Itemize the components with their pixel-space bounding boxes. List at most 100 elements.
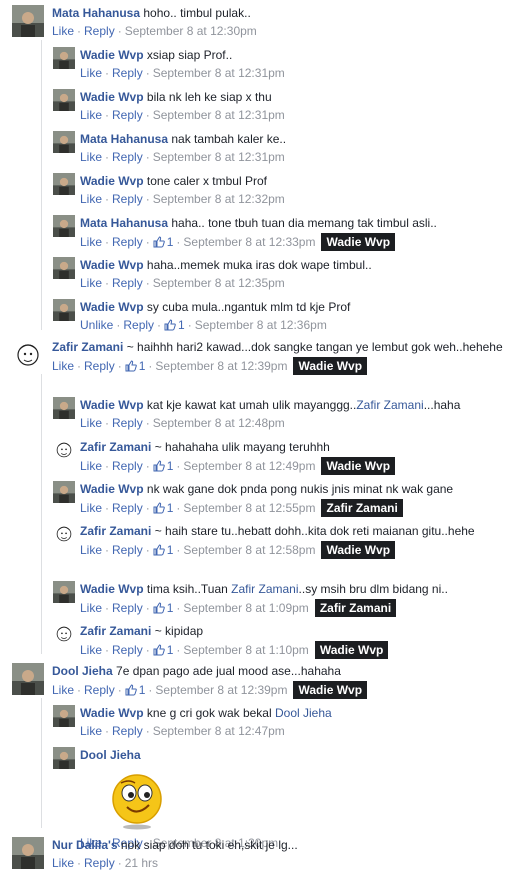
timestamp[interactable]: September 8 at 12:48pm — [153, 416, 285, 430]
timestamp[interactable]: September 8 at 12:33pm — [183, 235, 315, 249]
like-count[interactable]: 1 — [153, 543, 173, 557]
like-count[interactable]: 1 — [153, 235, 173, 249]
reply-link[interactable]: Reply — [112, 192, 143, 206]
like-count[interactable]: 1 — [153, 501, 173, 515]
like-link[interactable]: Like — [80, 459, 102, 473]
reply-link[interactable]: Reply — [112, 150, 143, 164]
avatar[interactable] — [53, 173, 75, 195]
avatar[interactable] — [53, 581, 75, 603]
reply-link[interactable]: Reply — [112, 459, 143, 473]
reply-link[interactable]: Reply — [112, 416, 143, 430]
author-name[interactable]: Zafir Zamani — [80, 524, 151, 538]
like-count[interactable]: 1 — [153, 459, 173, 473]
reply-link[interactable]: Reply — [112, 543, 143, 557]
avatar[interactable] — [53, 215, 75, 237]
like-link[interactable]: Like — [80, 66, 102, 80]
like-link[interactable]: Like — [80, 543, 102, 557]
author-name[interactable]: Wadie Wvp — [80, 48, 144, 62]
timestamp[interactable]: September 8 at 12:31pm — [153, 66, 285, 80]
mention-link[interactable]: Dool Jieha — [275, 706, 332, 720]
like-link[interactable]: Like — [80, 192, 102, 206]
reply-link[interactable]: Reply — [84, 856, 115, 870]
timestamp[interactable]: September 8 at 12:39pm — [155, 683, 287, 697]
author-name[interactable]: Mata Hahanusa — [52, 6, 140, 20]
reply-link[interactable]: Reply — [112, 235, 143, 249]
avatar[interactable] — [12, 837, 44, 869]
author-name[interactable]: Zafir Zamani — [80, 624, 151, 638]
author-name[interactable]: Wadie Wvp — [80, 398, 144, 412]
like-link[interactable]: Like — [80, 501, 102, 515]
author-name[interactable]: Wadie Wvp — [80, 300, 144, 314]
like-link[interactable]: Like — [80, 643, 102, 657]
like-link[interactable]: Like — [80, 108, 102, 122]
like-link[interactable]: Like — [80, 150, 102, 164]
mention-link[interactable]: Zafir Zamani — [231, 582, 298, 596]
like-link[interactable]: Like — [80, 276, 102, 290]
like-count[interactable]: 1 — [125, 683, 145, 697]
author-name[interactable]: Wadie Wvp — [80, 90, 144, 104]
author-name[interactable]: Dool Jieha — [80, 748, 141, 762]
reply-link[interactable]: Reply — [112, 724, 143, 738]
like-link[interactable]: Like — [52, 683, 74, 697]
avatar[interactable] — [53, 299, 75, 321]
like-link[interactable]: Like — [52, 856, 74, 870]
author-name[interactable]: Zafir Zamani — [52, 340, 123, 354]
avatar[interactable] — [12, 663, 44, 695]
avatar[interactable] — [53, 439, 75, 461]
avatar[interactable] — [53, 523, 75, 545]
avatar[interactable] — [53, 131, 75, 153]
reply-link[interactable]: Reply — [112, 276, 143, 290]
avatar[interactable] — [53, 397, 75, 419]
author-name[interactable]: Wadie Wvp — [80, 258, 144, 272]
timestamp[interactable]: September 8 at 12:30pm — [125, 24, 257, 38]
author-name[interactable]: Wadie Wvp — [80, 482, 144, 496]
author-name[interactable]: Nur Dalila's — [52, 838, 118, 852]
like-link[interactable]: Like — [80, 416, 102, 430]
reply-link[interactable]: Reply — [84, 24, 115, 38]
timestamp[interactable]: September 8 at 12:31pm — [153, 108, 285, 122]
timestamp[interactable]: September 8 at 12:47pm — [153, 724, 285, 738]
avatar[interactable] — [53, 47, 75, 69]
like-link[interactable]: Like — [80, 601, 102, 615]
author-name[interactable]: Wadie Wvp — [80, 582, 144, 596]
like-count[interactable]: 1 — [164, 318, 185, 332]
like-count[interactable]: 1 — [125, 359, 145, 373]
like-link[interactable]: Like — [80, 724, 102, 738]
timestamp[interactable]: September 8 at 12:49pm — [183, 459, 315, 473]
avatar[interactable] — [53, 481, 75, 503]
timestamp[interactable]: September 8 at 1:10pm — [183, 643, 308, 657]
timestamp[interactable]: September 8 at 12:32pm — [153, 192, 285, 206]
reply-link[interactable]: Reply — [112, 66, 143, 80]
author-name[interactable]: Zafir Zamani — [80, 440, 151, 454]
author-name[interactable]: Mata Hahanusa — [80, 216, 168, 230]
like-link[interactable]: Like — [52, 24, 74, 38]
avatar[interactable] — [53, 747, 75, 769]
avatar[interactable] — [53, 705, 75, 727]
author-name[interactable]: Wadie Wvp — [80, 706, 144, 720]
avatar[interactable] — [53, 623, 75, 645]
timestamp[interactable]: September 8 at 12:58pm — [183, 543, 315, 557]
like-count[interactable]: 1 — [153, 643, 173, 657]
mention-link[interactable]: Zafir Zamani — [356, 398, 423, 412]
like-count[interactable]: 1 — [153, 601, 173, 615]
timestamp[interactable]: 21 hrs — [125, 856, 158, 870]
timestamp[interactable]: September 8 at 1:09pm — [183, 601, 308, 615]
reply-link[interactable]: Reply — [123, 318, 154, 332]
avatar[interactable] — [12, 339, 44, 371]
timestamp[interactable]: September 8 at 12:31pm — [153, 150, 285, 164]
avatar[interactable] — [53, 257, 75, 279]
like-link[interactable]: Like — [52, 359, 74, 373]
author-name[interactable]: Dool Jieha — [52, 664, 113, 678]
avatar[interactable] — [12, 5, 44, 37]
reply-link[interactable]: Reply — [84, 683, 115, 697]
avatar[interactable] — [53, 89, 75, 111]
timestamp[interactable]: September 8 at 12:55pm — [183, 501, 315, 515]
reply-link[interactable]: Reply — [84, 359, 115, 373]
timestamp[interactable]: September 8 at 12:36pm — [195, 318, 327, 332]
reply-link[interactable]: Reply — [112, 501, 143, 515]
timestamp[interactable]: September 8 at 12:35pm — [153, 276, 285, 290]
like-link[interactable]: Unlike — [80, 318, 113, 332]
timestamp[interactable]: September 8 at 12:39pm — [155, 359, 287, 373]
author-name[interactable]: Wadie Wvp — [80, 174, 144, 188]
reply-link[interactable]: Reply — [112, 601, 143, 615]
